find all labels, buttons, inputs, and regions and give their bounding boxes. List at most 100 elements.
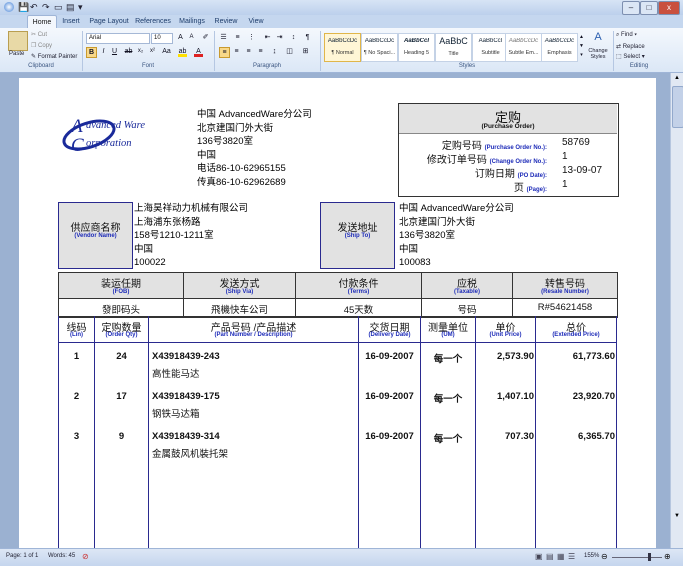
zoom-level[interactable]: 155%: [584, 553, 599, 559]
align-right-icon[interactable]: ≡: [244, 47, 253, 56]
zoom-out-icon[interactable]: ⊖: [601, 552, 608, 561]
bold-button[interactable]: B: [86, 47, 97, 58]
redo-icon[interactable]: ↷: [42, 1, 50, 14]
office-button[interactable]: [4, 2, 14, 12]
folder-icon[interactable]: ▭: [54, 1, 63, 14]
find-button[interactable]: ⌕ Find ▾: [616, 32, 637, 39]
terms-header-en: (Terms): [347, 289, 370, 295]
font-color-icon[interactable]: A: [194, 47, 203, 57]
vendor-line: 158号1210-1211室: [134, 230, 214, 241]
zoom-in-icon[interactable]: ⊕: [664, 552, 671, 561]
qat-customize-icon[interactable]: ▾: [78, 1, 83, 14]
decrease-indent-icon[interactable]: ⇤: [263, 33, 272, 42]
line-spacing-icon[interactable]: ↨: [270, 47, 279, 56]
view-print-layout-icon[interactable]: ▣: [535, 552, 543, 561]
change-styles-icon[interactable]: A: [588, 31, 608, 46]
style-normal[interactable]: AaBbCcDc ¶ Normal: [324, 33, 361, 62]
vendor-line: 100022: [134, 257, 166, 268]
bullets-icon[interactable]: ☰: [219, 33, 228, 42]
tab-home[interactable]: Home: [27, 15, 57, 29]
copy-button[interactable]: ❐ Copy: [31, 42, 52, 49]
tab-mailings[interactable]: Mailings: [176, 15, 208, 28]
extended-price: 23,920.70: [572, 391, 615, 402]
shipto-address: 中国 AdvancedWare分公司 北京建国门外大街 136号3820室 中国…: [399, 202, 514, 270]
close-button[interactable]: x: [658, 1, 680, 15]
numbering-icon[interactable]: ≡: [233, 33, 242, 42]
style-name: Subtle Em...: [508, 50, 539, 56]
line-number: 1: [73, 351, 80, 362]
underline-button[interactable]: U: [110, 47, 119, 56]
format-painter-button[interactable]: ✎ Format Painter: [31, 53, 77, 60]
word-count[interactable]: Words: 45: [48, 553, 75, 559]
cut-button[interactable]: ✂ Cut: [31, 31, 47, 38]
zoom-slider[interactable]: [612, 557, 662, 558]
page-count[interactable]: Page: 1 of 1: [6, 553, 38, 559]
view-web-layout-icon[interactable]: ▦: [557, 552, 565, 561]
print-icon[interactable]: ▤: [66, 1, 75, 14]
scroll-up-icon[interactable]: ▲: [673, 75, 681, 83]
style-subtitle[interactable]: AaBbCcI Subtitle: [472, 33, 509, 62]
font-size-combo[interactable]: 10: [151, 33, 173, 44]
minimize-button[interactable]: –: [622, 1, 640, 15]
select-button[interactable]: ⬚ Select ▾: [616, 53, 645, 60]
strikethrough-button[interactable]: ab: [124, 47, 133, 56]
align-center-icon[interactable]: ≡: [232, 47, 241, 56]
multilevel-list-icon[interactable]: ⋮: [247, 33, 256, 42]
part-number: X43918439-175: [152, 391, 220, 402]
view-full-screen-icon[interactable]: ▤: [546, 552, 554, 561]
po-label-en: (Page):: [526, 187, 547, 193]
change-case-icon[interactable]: Aa: [162, 47, 171, 56]
table-row: 1 24 X43918439-243 高性能马达 16-09-2007 每一个 …: [19, 351, 656, 381]
save-icon[interactable]: 💾: [18, 1, 29, 14]
scroll-down-icon[interactable]: ▼: [673, 513, 681, 519]
increase-indent-icon[interactable]: ⇥: [275, 33, 284, 42]
cut-label: Cut: [37, 32, 48, 38]
style-title[interactable]: AaBbC Title: [435, 33, 472, 62]
paste-icon[interactable]: [8, 31, 28, 51]
terms-header: 转售号码: [545, 279, 585, 290]
italic-button[interactable]: I: [99, 47, 108, 56]
style-name: ¶ Normal: [331, 50, 354, 56]
view-outline-icon[interactable]: ☰: [568, 552, 575, 561]
delivery-date: 16-09-2007: [365, 391, 414, 402]
superscript-button[interactable]: x²: [148, 47, 157, 56]
document-page[interactable]: A C dvanced Ware orporation 中国 AdvancedW…: [19, 78, 656, 550]
shipto-line: 北京建国门外大街: [399, 216, 476, 228]
align-left-icon[interactable]: ≡: [219, 47, 230, 58]
tab-page-layout[interactable]: Page Layout: [88, 15, 130, 28]
subscript-button[interactable]: x₂: [136, 47, 145, 56]
sort-icon[interactable]: ↕: [289, 33, 298, 42]
po-label-cn: 页: [513, 183, 524, 194]
vertical-scrollbar[interactable]: ▲ ▼: [670, 73, 683, 548]
clear-format-icon[interactable]: ✐: [201, 33, 210, 42]
style-no-spacing[interactable]: AaBbCcDc ¶ No Spaci...: [361, 33, 398, 62]
replace-button[interactable]: ⇄ Replace: [616, 43, 645, 50]
shading-icon[interactable]: ◫: [285, 47, 294, 56]
zoom-slider-thumb[interactable]: [648, 553, 651, 561]
proofing-icon[interactable]: ⊘: [82, 552, 89, 561]
replace-label: Replace: [622, 44, 645, 50]
undo-icon[interactable]: ↶: [30, 1, 38, 14]
style-heading-5[interactable]: AaBbCcI Heading 5: [398, 33, 435, 62]
style-preview: AaBbCcI: [403, 38, 429, 44]
pilcrow-icon[interactable]: ¶: [303, 33, 312, 42]
style-subtle-emphasis[interactable]: AaBbCcDc Subtle Em...: [505, 33, 542, 62]
style-name: Subtitle: [481, 50, 500, 56]
change-styles-label[interactable]: Change Styles: [585, 48, 611, 60]
terms-header-en: (FOB): [112, 289, 130, 295]
font-name-combo[interactable]: Arial: [86, 33, 150, 44]
tab-view[interactable]: View: [244, 15, 268, 28]
shrink-font-icon[interactable]: A: [187, 33, 196, 42]
tab-references[interactable]: References: [134, 15, 172, 28]
tab-insert[interactable]: Insert: [58, 15, 84, 28]
grow-font-icon[interactable]: A: [176, 33, 185, 42]
highlight-icon[interactable]: ab: [178, 47, 187, 57]
part-description: 钢铁马达箱: [152, 409, 200, 420]
scroll-thumb[interactable]: [672, 86, 683, 128]
terms-header: 发送方式: [219, 279, 260, 290]
borders-icon[interactable]: ⊞: [301, 47, 310, 56]
style-emphasis[interactable]: AaBbCcDc Emphasis: [541, 33, 578, 62]
tab-review[interactable]: Review: [212, 15, 240, 28]
justify-icon[interactable]: ≡: [256, 47, 265, 56]
maximize-button[interactable]: □: [640, 1, 658, 15]
